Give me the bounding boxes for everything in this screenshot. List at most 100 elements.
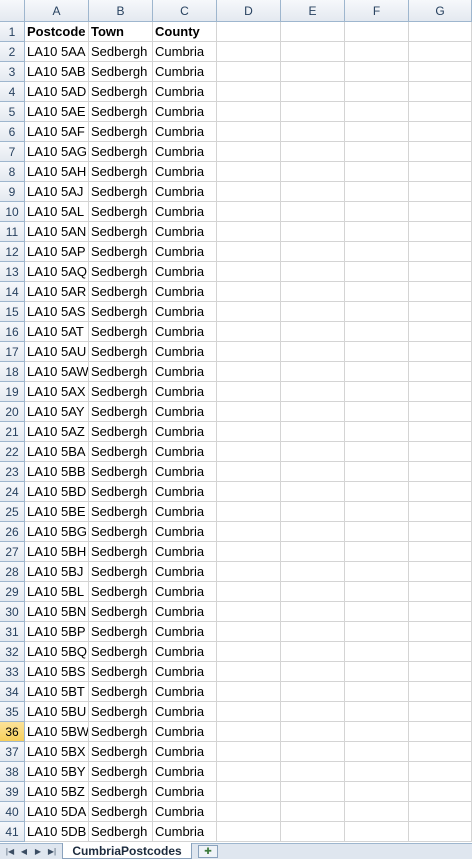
table-cell-c26[interactable]: Cumbria xyxy=(153,522,217,542)
table-cell-b8[interactable]: Sedbergh xyxy=(89,162,153,182)
table-cell-a29[interactable]: LA10 5BL xyxy=(25,582,89,602)
table-cell-c14[interactable]: Cumbria xyxy=(153,282,217,302)
table-cell-a20[interactable]: LA10 5AY xyxy=(25,402,89,422)
table-cell-c9[interactable]: Cumbria xyxy=(153,182,217,202)
sheet-tab-cumbriapostcodes[interactable]: CumbriaPostcodes xyxy=(62,843,192,859)
empty-cell[interactable] xyxy=(345,382,409,402)
table-cell-a14[interactable]: LA10 5AR xyxy=(25,282,89,302)
empty-cell[interactable] xyxy=(345,162,409,182)
empty-cell[interactable] xyxy=(217,82,281,102)
table-cell-c19[interactable]: Cumbria xyxy=(153,382,217,402)
table-cell-b31[interactable]: Sedbergh xyxy=(89,622,153,642)
table-cell-c32[interactable]: Cumbria xyxy=(153,642,217,662)
table-cell-a13[interactable]: LA10 5AQ xyxy=(25,262,89,282)
row-header-7[interactable]: 7 xyxy=(0,142,25,162)
empty-cell[interactable] xyxy=(217,682,281,702)
empty-cell[interactable] xyxy=(345,682,409,702)
empty-cell[interactable] xyxy=(345,202,409,222)
empty-cell[interactable] xyxy=(345,62,409,82)
table-cell-b39[interactable]: Sedbergh xyxy=(89,782,153,802)
table-cell-a17[interactable]: LA10 5AU xyxy=(25,342,89,362)
row-header-21[interactable]: 21 xyxy=(0,422,25,442)
empty-cell[interactable] xyxy=(281,382,345,402)
empty-cell[interactable] xyxy=(217,422,281,442)
row-header-24[interactable]: 24 xyxy=(0,482,25,502)
empty-cell[interactable] xyxy=(409,622,472,642)
table-cell-c17[interactable]: Cumbria xyxy=(153,342,217,362)
empty-cell[interactable] xyxy=(281,502,345,522)
empty-cell[interactable] xyxy=(217,382,281,402)
row-header-32[interactable]: 32 xyxy=(0,642,25,662)
empty-cell[interactable] xyxy=(345,122,409,142)
table-cell-b16[interactable]: Sedbergh xyxy=(89,322,153,342)
table-cell-b33[interactable]: Sedbergh xyxy=(89,662,153,682)
table-cell-b20[interactable]: Sedbergh xyxy=(89,402,153,422)
table-cell-a19[interactable]: LA10 5AX xyxy=(25,382,89,402)
spreadsheet-grid[interactable]: A B C D E F G 1 Postcode Town County 2 LA10 5AA Sedbe… xyxy=(0,0,472,843)
empty-cell[interactable] xyxy=(281,522,345,542)
empty-cell[interactable] xyxy=(409,82,472,102)
empty-cell[interactable] xyxy=(409,682,472,702)
empty-cell[interactable] xyxy=(217,182,281,202)
row-header-4[interactable]: 4 xyxy=(0,82,25,102)
empty-cell[interactable] xyxy=(281,462,345,482)
row-header-15[interactable]: 15 xyxy=(0,302,25,322)
row-header-22[interactable]: 22 xyxy=(0,442,25,462)
empty-cell[interactable] xyxy=(345,102,409,122)
table-cell-c16[interactable]: Cumbria xyxy=(153,322,217,342)
table-cell-c3[interactable]: Cumbria xyxy=(153,62,217,82)
table-cell-b13[interactable]: Sedbergh xyxy=(89,262,153,282)
table-cell-c13[interactable]: Cumbria xyxy=(153,262,217,282)
table-cell-b9[interactable]: Sedbergh xyxy=(89,182,153,202)
empty-cell[interactable] xyxy=(217,742,281,762)
table-cell-b7[interactable]: Sedbergh xyxy=(89,142,153,162)
empty-cell[interactable] xyxy=(409,302,472,322)
table-cell-a3[interactable]: LA10 5AB xyxy=(25,62,89,82)
select-all-corner[interactable] xyxy=(0,0,25,22)
empty-cell[interactable] xyxy=(345,142,409,162)
empty-cell[interactable] xyxy=(409,122,472,142)
empty-cell[interactable] xyxy=(345,642,409,662)
table-cell-b12[interactable]: Sedbergh xyxy=(89,242,153,262)
table-cell-c39[interactable]: Cumbria xyxy=(153,782,217,802)
empty-cell[interactable] xyxy=(281,62,345,82)
header-cell-c[interactable]: County xyxy=(153,22,217,42)
table-cell-c33[interactable]: Cumbria xyxy=(153,662,217,682)
table-cell-c40[interactable]: Cumbria xyxy=(153,802,217,822)
empty-cell[interactable] xyxy=(217,642,281,662)
empty-cell[interactable] xyxy=(217,322,281,342)
empty-cell[interactable] xyxy=(217,502,281,522)
insert-sheet-icon[interactable]: ✚ xyxy=(198,845,218,858)
empty-cell[interactable] xyxy=(345,762,409,782)
row-header-11[interactable]: 11 xyxy=(0,222,25,242)
table-cell-c29[interactable]: Cumbria xyxy=(153,582,217,602)
table-cell-a16[interactable]: LA10 5AT xyxy=(25,322,89,342)
column-header-c[interactable]: C xyxy=(153,0,217,22)
empty-cell[interactable] xyxy=(217,522,281,542)
empty-cell[interactable] xyxy=(409,282,472,302)
empty-cell[interactable] xyxy=(281,82,345,102)
column-header-g[interactable]: G xyxy=(409,0,472,22)
empty-cell[interactable] xyxy=(409,762,472,782)
empty-cell[interactable] xyxy=(281,242,345,262)
table-cell-c34[interactable]: Cumbria xyxy=(153,682,217,702)
empty-cell[interactable] xyxy=(281,122,345,142)
empty-cell[interactable] xyxy=(281,682,345,702)
table-cell-c23[interactable]: Cumbria xyxy=(153,462,217,482)
empty-cell[interactable] xyxy=(345,222,409,242)
row-header-2[interactable]: 2 xyxy=(0,42,25,62)
empty-cell[interactable] xyxy=(217,582,281,602)
empty-cell[interactable] xyxy=(345,582,409,602)
row-header-20[interactable]: 20 xyxy=(0,402,25,422)
table-cell-b5[interactable]: Sedbergh xyxy=(89,102,153,122)
empty-cell[interactable] xyxy=(281,622,345,642)
empty-cell[interactable] xyxy=(217,62,281,82)
empty-cell[interactable] xyxy=(345,302,409,322)
empty-cell[interactable] xyxy=(281,22,345,42)
empty-cell[interactable] xyxy=(281,822,345,842)
empty-cell[interactable] xyxy=(281,142,345,162)
header-cell-a[interactable]: Postcode xyxy=(25,22,89,42)
table-cell-a24[interactable]: LA10 5BD xyxy=(25,482,89,502)
table-cell-a21[interactable]: LA10 5AZ xyxy=(25,422,89,442)
table-cell-b3[interactable]: Sedbergh xyxy=(89,62,153,82)
